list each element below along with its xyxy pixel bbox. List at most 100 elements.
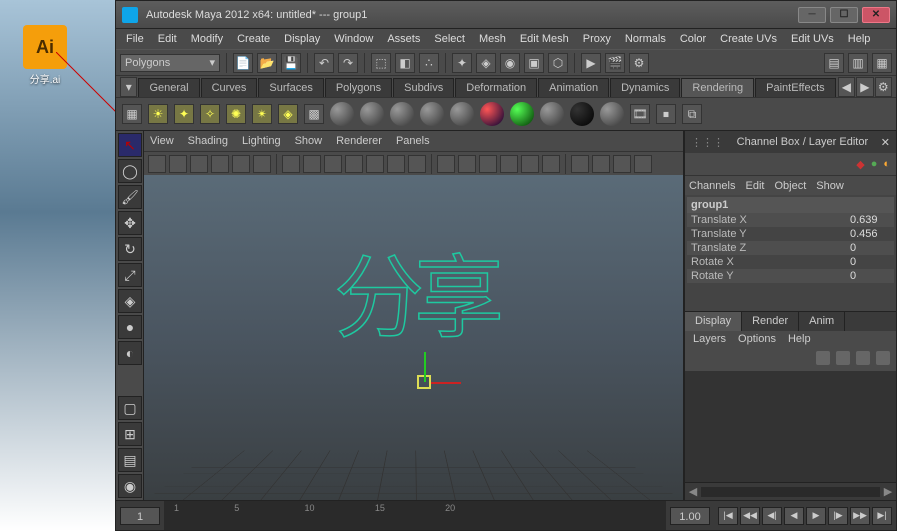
show-manip-tool[interactable]: ◐	[118, 341, 142, 365]
point-light-button[interactable]: ✧	[200, 104, 220, 124]
move-layer-down-button[interactable]	[836, 351, 850, 365]
layered-shader-button[interactable]	[510, 102, 534, 126]
vp-image-plane[interactable]	[211, 155, 229, 173]
channel-object-name[interactable]: group1	[687, 197, 894, 213]
channels-show-menu[interactable]: Show	[816, 180, 844, 192]
shelf-tab-surfaces[interactable]: Surfaces	[258, 78, 323, 97]
channel-box-toggle[interactable]: ▦	[872, 53, 892, 73]
persp-outliner-button[interactable]: ▤	[118, 448, 142, 472]
anisotropic-shader-button[interactable]	[450, 102, 474, 126]
vp-film-gate[interactable]	[303, 155, 321, 173]
shelf-tab-curves[interactable]: Curves	[201, 78, 258, 97]
vp-menu-renderer[interactable]: Renderer	[336, 135, 382, 147]
new-empty-layer-button[interactable]	[856, 351, 870, 365]
attribute-editor-toggle[interactable]: ▤	[824, 53, 844, 73]
select-component-button[interactable]: ∴	[419, 53, 439, 73]
snap-live-button[interactable]: ⬡	[548, 53, 568, 73]
menu-color[interactable]: Color	[674, 31, 712, 47]
move-layer-up-button[interactable]	[816, 351, 830, 365]
menu-window[interactable]: Window	[328, 31, 379, 47]
play-back-button[interactable]: ◀	[784, 507, 804, 525]
four-pane-button[interactable]: ⊞	[118, 422, 142, 446]
step-forward-button[interactable]: |▶	[828, 507, 848, 525]
open-scene-button[interactable]: 📂	[257, 53, 277, 73]
tool-settings-toggle[interactable]: ▥	[848, 53, 868, 73]
menuset-dropdown[interactable]: Polygons▾	[120, 54, 220, 72]
paint-select-tool[interactable]: 🖌	[118, 185, 142, 209]
texture-ref-button[interactable]: ▩	[304, 104, 324, 124]
select-tool[interactable]: ↖	[118, 133, 142, 157]
channel-box-header[interactable]: ⋮⋮⋮ Channel Box / Layer Editor ✕	[685, 131, 896, 153]
vp-textured[interactable]	[479, 155, 497, 173]
manip-x-axis[interactable]	[431, 382, 461, 384]
shelf-tab-rendering[interactable]: Rendering	[681, 78, 754, 97]
hypershade-button[interactable]: ◉	[118, 474, 142, 498]
vp-safe-title[interactable]	[408, 155, 426, 173]
vp-high-quality[interactable]	[542, 155, 560, 173]
attr-translate-z[interactable]: Translate Z0	[687, 241, 894, 255]
render-button[interactable]: 🎬	[605, 53, 625, 73]
vp-shadows[interactable]	[521, 155, 539, 173]
vp-isolate-select[interactable]	[571, 155, 589, 173]
vp-2d-pan[interactable]	[232, 155, 250, 173]
shelf-tab-dynamics[interactable]: Dynamics	[610, 78, 680, 97]
play-forward-button[interactable]: ▶	[806, 507, 826, 525]
desktop-file-icon[interactable]: Ai 分享.ai	[15, 25, 75, 86]
scroll-left-icon[interactable]: ◀	[685, 485, 701, 498]
phong-shader-button[interactable]	[390, 102, 414, 126]
vp-lock-camera[interactable]	[169, 155, 187, 173]
select-object-button[interactable]: ◧	[395, 53, 415, 73]
maximize-button[interactable]: ☐	[830, 7, 858, 23]
panel-drag-icon[interactable]: ⋮⋮⋮	[691, 136, 724, 149]
area-light-button[interactable]: ✺	[226, 104, 246, 124]
vp-field-chart[interactable]	[366, 155, 384, 173]
vp-grease[interactable]	[253, 155, 271, 173]
go-to-end-button[interactable]: ▶|	[872, 507, 892, 525]
shelf-tab-deformation[interactable]: Deformation	[455, 78, 537, 97]
start-frame-field[interactable]: 1	[120, 507, 160, 525]
vp-menu-panels[interactable]: Panels	[396, 135, 430, 147]
redo-button[interactable]: ↷	[338, 53, 358, 73]
titlebar[interactable]: Autodesk Maya 2012 x64: untitled* --- gr…	[116, 1, 896, 29]
layers-help-menu[interactable]: Help	[788, 333, 811, 347]
soft-mod-tool[interactable]: ●	[118, 315, 142, 339]
snap-grid-button[interactable]: ✦	[452, 53, 472, 73]
layer-list[interactable]	[685, 371, 896, 483]
menu-createuvs[interactable]: Create UVs	[714, 31, 783, 47]
attr-rotate-y[interactable]: Rotate Y0	[687, 269, 894, 283]
vp-grid-toggle[interactable]	[282, 155, 300, 173]
vp-menu-shading[interactable]: Shading	[188, 135, 228, 147]
lambert-shader-button[interactable]	[330, 102, 354, 126]
attr-translate-y[interactable]: Translate Y0.456	[687, 227, 894, 241]
undo-button[interactable]: ↶	[314, 53, 334, 73]
ramp-shader-button[interactable]	[480, 102, 504, 126]
vp-xray-joints[interactable]	[613, 155, 631, 173]
vp-res-gate[interactable]	[324, 155, 342, 173]
universal-manip-tool[interactable]: ◈	[118, 289, 142, 313]
rotate-tool[interactable]: ↻	[118, 237, 142, 261]
snap-point-button[interactable]: ◉	[500, 53, 520, 73]
channel-manipulator-icon[interactable]: ◆	[856, 158, 864, 171]
attr-rotate-x[interactable]: Rotate X0	[687, 255, 894, 269]
save-scene-button[interactable]: 💾	[281, 53, 301, 73]
shelf-swatch-button[interactable]: ▦	[122, 104, 142, 124]
step-back-button[interactable]: ◀|	[762, 507, 782, 525]
snap-plane-button[interactable]: ▣	[524, 53, 544, 73]
scale-tool[interactable]: ⤢	[118, 263, 142, 287]
lasso-tool[interactable]: ◯	[118, 159, 142, 183]
directional-light-button[interactable]: ☀	[148, 104, 168, 124]
menu-modify[interactable]: Modify	[185, 31, 229, 47]
new-scene-button[interactable]: 📄	[233, 53, 253, 73]
menu-help[interactable]: Help	[842, 31, 877, 47]
channels-edit-menu[interactable]: Edit	[745, 180, 764, 192]
layer-tab-render[interactable]: Render	[742, 312, 799, 331]
vp-menu-view[interactable]: View	[150, 135, 174, 147]
batch-render-button[interactable]: 🎞	[630, 104, 650, 124]
vp-wireframe[interactable]	[437, 155, 455, 173]
curve-geometry[interactable]: 分享	[334, 225, 494, 355]
time-ruler[interactable]: 1 5 10 15 20	[164, 501, 666, 530]
menu-select[interactable]: Select	[428, 31, 471, 47]
vp-expose[interactable]	[634, 155, 652, 173]
select-hierarchy-button[interactable]: ⬚	[371, 53, 391, 73]
show-batch-button[interactable]: ⧉	[682, 104, 702, 124]
